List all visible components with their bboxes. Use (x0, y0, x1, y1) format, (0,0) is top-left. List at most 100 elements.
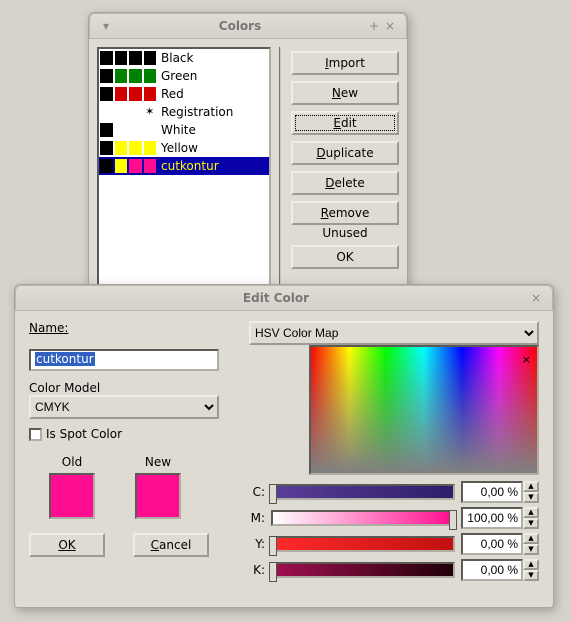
spot-color-label: Is Spot Color (46, 427, 122, 441)
duplicate-button[interactable]: Duplicate (291, 141, 399, 165)
old-label: Old (49, 455, 95, 469)
color-list-item[interactable]: Red (99, 85, 269, 103)
color-marker-icon: × (522, 353, 531, 366)
color-swatch (100, 69, 113, 83)
color-swatch (129, 105, 142, 119)
color-swatch (100, 87, 113, 101)
edit-left-column: Name: cutkontur Color Model CMYK Is Spot… (29, 321, 239, 557)
color-swatch (115, 51, 128, 65)
color-swatch (129, 51, 142, 65)
color-swatch (100, 123, 113, 137)
slider-thumb[interactable] (269, 484, 277, 504)
c-spinner[interactable]: ▲▼ (461, 481, 539, 503)
m-spinner[interactable]: ▲▼ (461, 507, 539, 529)
color-list-label: Yellow (161, 141, 198, 155)
color-swatch (115, 105, 128, 119)
colors-window: ▾ Colors + × Black Green Red ✶ Registration W… (88, 12, 408, 302)
name-input-value: cutkontur (35, 352, 95, 366)
spin-down-icon[interactable]: ▼ (523, 570, 539, 581)
new-label: New (135, 455, 181, 469)
close-icon[interactable]: × (528, 291, 544, 305)
color-swatch (144, 123, 157, 137)
color-map-select[interactable]: HSV Color Map (249, 321, 539, 345)
color-swatch (100, 105, 113, 119)
color-swatch (144, 159, 157, 173)
color-swatch (129, 141, 142, 155)
color-swatch (129, 123, 142, 137)
k-label: K: (249, 563, 265, 577)
color-swatch (115, 141, 128, 155)
spot-color-checkbox[interactable]: Is Spot Color (29, 427, 239, 441)
m-value-input[interactable] (461, 507, 523, 529)
color-swatch (144, 87, 157, 101)
import-button[interactable]: Import (291, 51, 399, 75)
color-swatch (144, 69, 157, 83)
spin-up-icon[interactable]: ▲ (523, 559, 539, 570)
plus-icon[interactable]: + (366, 19, 382, 33)
old-new-swatches: Old New (49, 455, 239, 519)
ok-button[interactable]: OK (29, 533, 105, 557)
color-swatch (144, 141, 157, 155)
k-slider[interactable] (271, 562, 455, 578)
color-list-item[interactable]: White (99, 121, 269, 139)
color-list-item[interactable]: Black (99, 49, 269, 67)
y-slider[interactable] (271, 536, 455, 552)
c-value-input[interactable] (461, 481, 523, 503)
color-model-select[interactable]: CMYK (29, 395, 219, 419)
edit-color-window: Edit Color × Name: cutkontur Color Model… (14, 284, 554, 608)
name-input[interactable]: cutkontur (29, 349, 219, 371)
delete-button[interactable]: Delete (291, 171, 399, 195)
color-swatch (115, 159, 128, 173)
color-list-item[interactable]: Yellow (99, 139, 269, 157)
checkbox-icon[interactable] (29, 428, 42, 441)
new-color-swatch (135, 473, 181, 519)
m-slider[interactable] (271, 510, 455, 526)
edit-color-title: Edit Color (24, 291, 528, 305)
close-icon[interactable]: × (382, 19, 398, 33)
m-label: M: (249, 511, 265, 525)
y-label: Y: (249, 537, 265, 551)
old-color-swatch (49, 473, 95, 519)
spin-down-icon[interactable]: ▼ (523, 518, 539, 529)
color-swatch: ✶ (144, 105, 157, 119)
color-list-item[interactable]: ✶ Registration (99, 103, 269, 121)
color-list-label: Registration (161, 105, 233, 119)
color-swatch (129, 87, 142, 101)
colors-title: Colors (114, 19, 366, 33)
color-list[interactable]: Black Green Red ✶ Registration White Yellow cut… (97, 47, 271, 287)
slider-thumb[interactable] (269, 562, 277, 582)
color-list-item[interactable]: Green (99, 67, 269, 85)
color-list-label: White (161, 123, 196, 137)
spin-up-icon[interactable]: ▲ (523, 507, 539, 518)
hsv-color-map[interactable]: × (309, 345, 539, 475)
color-list-item[interactable]: cutkontur (99, 157, 269, 175)
spin-down-icon[interactable]: ▼ (523, 544, 539, 555)
colors-ok-button[interactable]: OK (291, 245, 399, 269)
color-swatch (115, 69, 128, 83)
color-model-label: Color Model (29, 381, 239, 395)
slider-thumb[interactable] (269, 536, 277, 556)
y-value-input[interactable] (461, 533, 523, 555)
color-swatch (144, 51, 157, 65)
remove-unused-button[interactable]: Remove Unused (291, 201, 399, 225)
edit-button[interactable]: Edit (291, 111, 399, 135)
spin-down-icon[interactable]: ▼ (523, 492, 539, 503)
spin-up-icon[interactable]: ▲ (523, 481, 539, 492)
color-list-label: Red (161, 87, 184, 101)
slider-thumb[interactable] (449, 510, 457, 530)
color-swatch (129, 159, 142, 173)
color-swatch (115, 123, 128, 137)
colors-titlebar[interactable]: ▾ Colors + × (89, 13, 407, 39)
color-swatch (100, 141, 113, 155)
k-value-input[interactable] (461, 559, 523, 581)
spin-up-icon[interactable]: ▲ (523, 533, 539, 544)
new-button[interactable]: New (291, 81, 399, 105)
color-swatch (115, 87, 128, 101)
k-spinner[interactable]: ▲▼ (461, 559, 539, 581)
c-slider[interactable] (271, 484, 455, 500)
edit-color-titlebar[interactable]: Edit Color × (15, 285, 553, 311)
cancel-button[interactable]: Cancel (133, 533, 209, 557)
window-menu-icon[interactable]: ▾ (98, 19, 114, 33)
color-list-label: Green (161, 69, 197, 83)
y-spinner[interactable]: ▲▼ (461, 533, 539, 555)
